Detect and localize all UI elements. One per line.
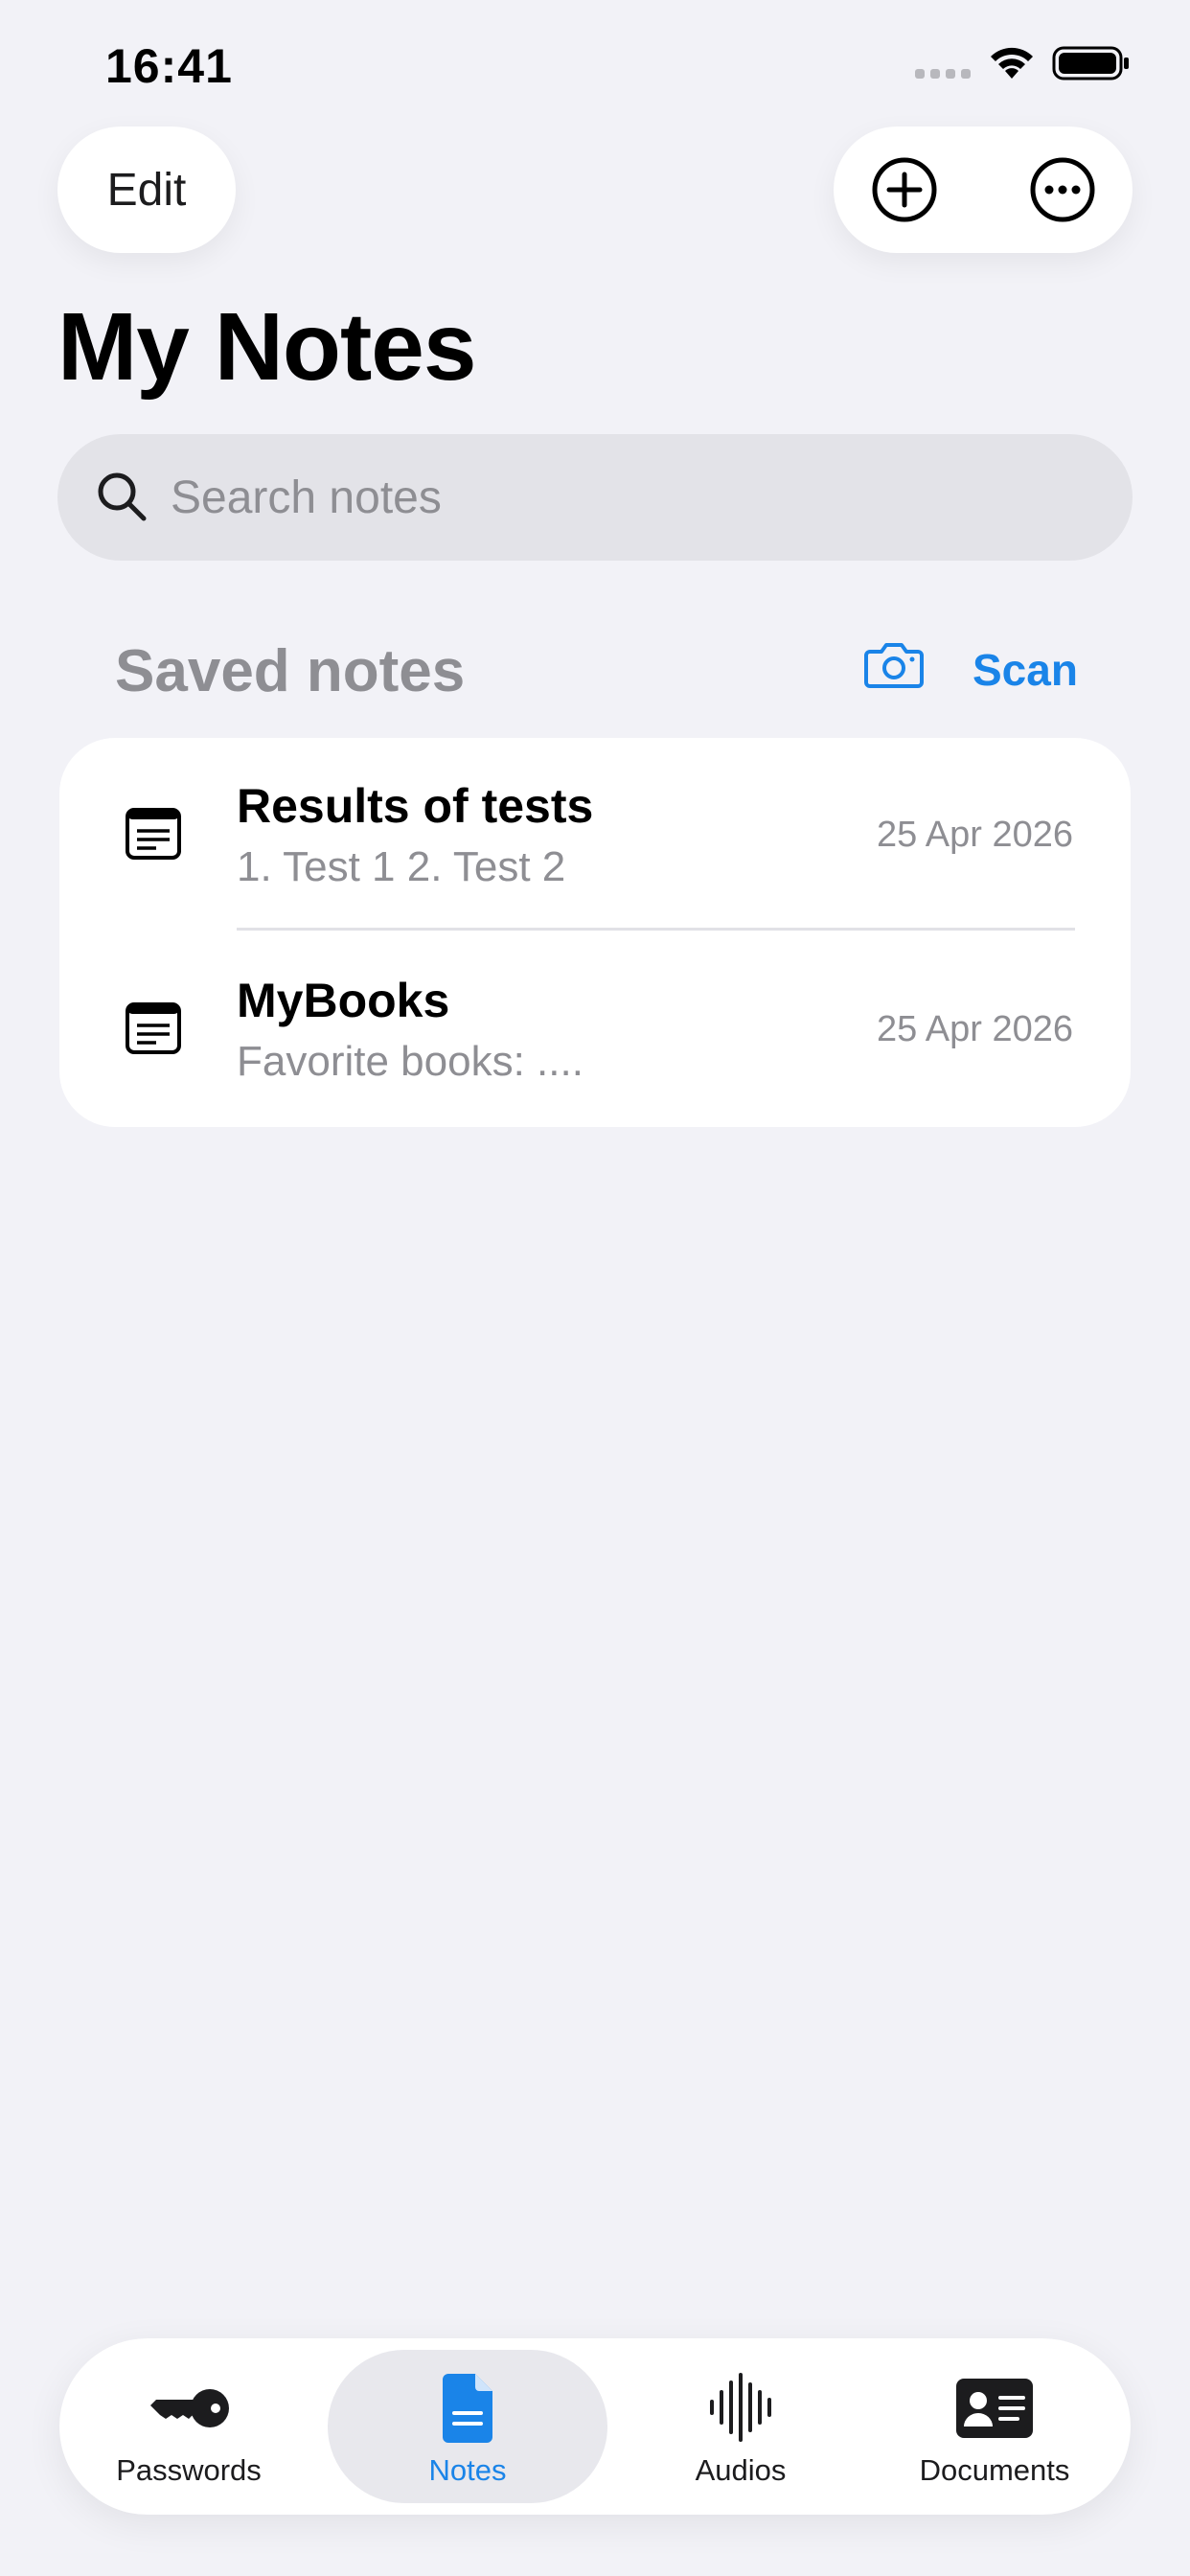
status-time: 16:41: [105, 39, 233, 93]
cellular-signal-icon: [915, 69, 971, 79]
note-icon: [126, 1002, 181, 1054]
document-icon: [443, 2374, 492, 2443]
note-title: Results of tests: [237, 779, 594, 833]
search-bar[interactable]: [57, 434, 1133, 561]
tab-documents[interactable]: Documents: [881, 2350, 1108, 2503]
battery-icon: [1052, 46, 1129, 80]
tab-label: Notes: [428, 2453, 507, 2487]
note-date: 25 Apr 2026: [877, 815, 1073, 855]
note-date: 25 Apr 2026: [877, 1009, 1073, 1049]
camera-icon[interactable]: [864, 640, 924, 688]
tab-passwords[interactable]: Passwords: [80, 2350, 297, 2503]
note-preview: 1. Test 1 2. Test 2: [237, 843, 566, 890]
page-title: My Notes: [57, 293, 477, 401]
search-input[interactable]: [171, 455, 1090, 540]
key-icon: [150, 2389, 229, 2427]
id-card-icon: [956, 2379, 1033, 2438]
note-icon: [126, 808, 181, 860]
status-bar: 16:41: [0, 0, 1190, 129]
section-title: Saved notes: [115, 638, 466, 704]
tab-label: Documents: [919, 2453, 1070, 2487]
plus-circle-icon[interactable]: [870, 155, 939, 224]
top-actions-group: [834, 126, 1133, 253]
tab-audios[interactable]: Audios: [632, 2350, 849, 2503]
scan-button[interactable]: Scan: [973, 644, 1078, 696]
waveform-icon: [710, 2373, 771, 2442]
divider: [237, 928, 1075, 931]
note-row[interactable]: MyBooks Favorite books: .... 25 Apr 2026: [59, 932, 1131, 1127]
tab-label: Passwords: [116, 2453, 262, 2487]
ellipsis-circle-icon[interactable]: [1028, 155, 1097, 224]
tab-notes[interactable]: Notes: [328, 2350, 607, 2503]
search-icon: [98, 472, 147, 521]
note-row[interactable]: Results of tests 1. Test 1 2. Test 2 25 …: [59, 738, 1131, 932]
tab-bar: Passwords Notes Audios Documents: [59, 2338, 1131, 2515]
notes-list: Results of tests 1. Test 1 2. Test 2 25 …: [59, 738, 1131, 1127]
note-preview: Favorite books: ....: [237, 1038, 584, 1085]
note-title: MyBooks: [237, 974, 450, 1027]
edit-button[interactable]: Edit: [57, 126, 236, 253]
wifi-icon: [991, 47, 1033, 79]
tab-label: Audios: [695, 2453, 787, 2487]
